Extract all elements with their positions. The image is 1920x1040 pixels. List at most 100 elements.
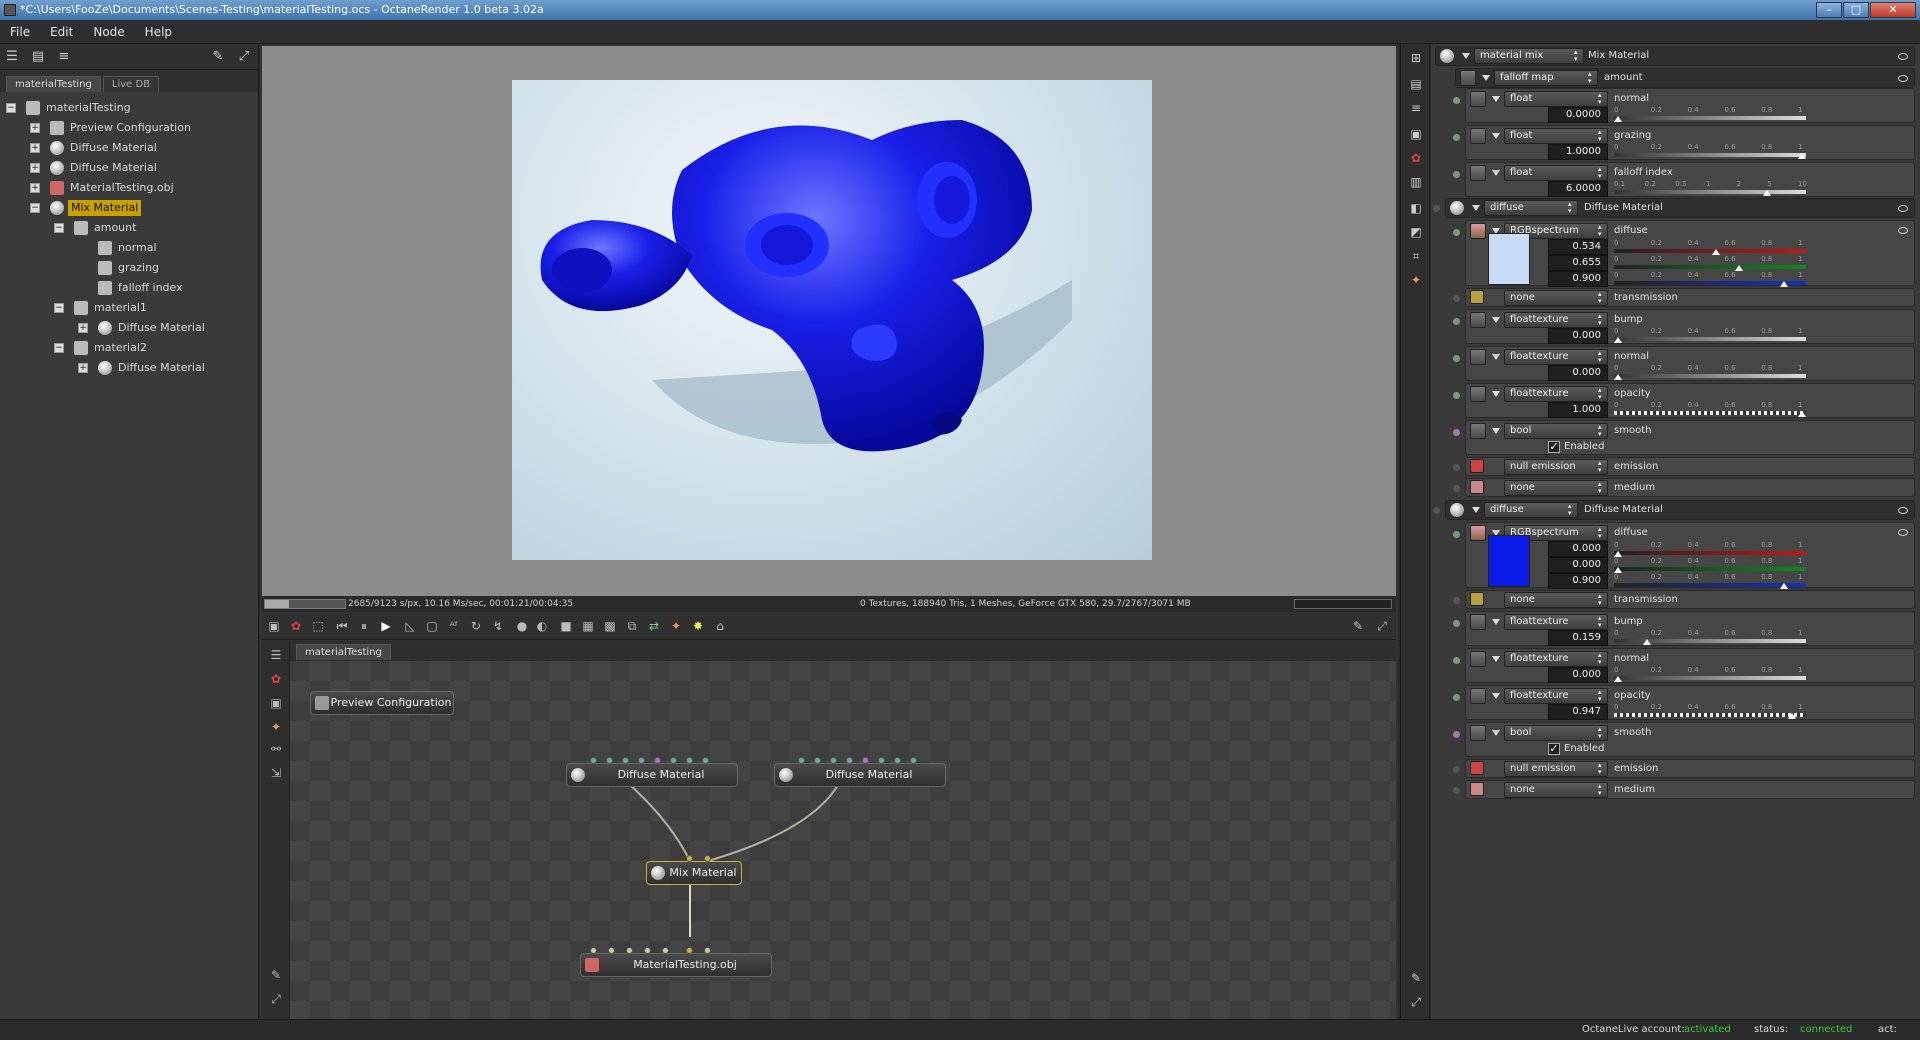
- menu-node[interactable]: Node: [83, 20, 134, 44]
- slider-handle[interactable]: [1614, 116, 1622, 122]
- pick-icon[interactable]: ↯: [490, 618, 506, 634]
- connection-pin-icon[interactable]: [1453, 485, 1460, 492]
- tree-item[interactable]: − material1: [50, 299, 246, 317]
- param-type-dropdown[interactable]: floattexture: [1504, 651, 1608, 667]
- collapse-icon[interactable]: ≡: [56, 49, 72, 65]
- slider-handle[interactable]: [1614, 337, 1622, 343]
- value-slider[interactable]: 0 0.2 0.4 0.6 0.8 1: [1614, 255, 1806, 271]
- param-type-dropdown[interactable]: none: [1504, 480, 1608, 496]
- param-type-dropdown[interactable]: float: [1504, 165, 1608, 181]
- inspector-fullscreen-icon[interactable]: ⤢: [1408, 994, 1424, 1010]
- param-value-field[interactable]: 6.0000: [1548, 181, 1608, 197]
- connection-pin-icon[interactable]: [1453, 657, 1460, 664]
- tree-item[interactable]: + Diffuse Material: [74, 359, 246, 377]
- value-slider[interactable]: 0 0.2 0.4 0.6 0.8 1: [1614, 327, 1806, 343]
- param-type-dropdown[interactable]: floattexture: [1504, 688, 1608, 704]
- collapse-icon[interactable]: [1492, 96, 1500, 102]
- value-slider[interactable]: 0 0.2 0.4 0.6 0.8 1: [1614, 143, 1806, 159]
- maximize-button[interactable]: □: [1843, 2, 1869, 18]
- collapse-icon[interactable]: [1492, 656, 1500, 662]
- opacity-value-field[interactable]: 0.947: [1548, 704, 1608, 720]
- graph-tab[interactable]: materialTesting: [296, 644, 391, 660]
- graph-node-diffuse-material-1[interactable]: Diffuse Material: [566, 763, 738, 787]
- value-slider[interactable]: 0 0.2 0.4 0.6 0.8 1: [1614, 239, 1806, 255]
- color-swatch[interactable]: [1488, 535, 1530, 587]
- orbit-icon[interactable]: ↻: [468, 618, 484, 634]
- connection-pin-icon[interactable]: [1453, 295, 1460, 302]
- connection-pin-icon[interactable]: [1453, 318, 1460, 325]
- checker-icon[interactable]: ▦: [580, 618, 596, 634]
- graph-link-icon[interactable]: ⚯: [268, 741, 284, 757]
- tab-materialtesting[interactable]: materialTesting: [6, 76, 101, 92]
- render-settings-icon[interactable]: ✎: [1350, 618, 1366, 634]
- param-type-dropdown[interactable]: floattexture: [1504, 386, 1608, 402]
- collapse-icon[interactable]: [1492, 730, 1500, 736]
- restart-icon[interactable]: ⏮: [334, 618, 350, 634]
- palette-icon[interactable]: ✦: [668, 618, 684, 634]
- slider-handle[interactable]: [1788, 713, 1797, 719]
- tree-item[interactable]: + Preview Configuration: [26, 119, 246, 137]
- connection-pin-icon[interactable]: [1453, 694, 1460, 701]
- value-slider[interactable]: 0 0.2 0.4 0.6 0.8 1: [1614, 364, 1806, 380]
- connection-pin-icon[interactable]: [1453, 620, 1460, 627]
- tree-item[interactable]: grazing: [94, 259, 244, 277]
- root-type-dropdown[interactable]: material mix: [1474, 48, 1584, 64]
- collapse-icon[interactable]: [1492, 170, 1500, 176]
- smooth-checkbox[interactable]: ✓: [1548, 743, 1560, 755]
- rgb-r-field[interactable]: 0.534: [1548, 239, 1608, 255]
- tree-item[interactable]: + MaterialTesting.obj: [26, 179, 246, 197]
- fullscreen-icon[interactable]: ⤢: [236, 49, 252, 65]
- connection-pin-icon[interactable]: [1433, 507, 1440, 514]
- graph-list-icon[interactable]: ☰: [268, 647, 284, 663]
- param-type-dropdown[interactable]: bool: [1504, 423, 1608, 439]
- tree-item[interactable]: + Diffuse Material: [74, 319, 246, 337]
- graph-export-icon[interactable]: ⇲: [268, 765, 284, 781]
- inspector-kernel-icon[interactable]: ⌗: [1408, 248, 1424, 264]
- minimize-button[interactable]: –: [1816, 2, 1842, 18]
- menu-help[interactable]: Help: [135, 20, 182, 44]
- list-icon[interactable]: ☰: [4, 49, 20, 65]
- connection-pin-icon[interactable]: [1453, 392, 1460, 399]
- amount-type-dropdown[interactable]: falloff map: [1494, 70, 1598, 86]
- connection-pin-icon[interactable]: [1453, 229, 1460, 236]
- wrench-icon[interactable]: ✎: [210, 49, 226, 65]
- reset-icon[interactable]: ✿: [288, 618, 304, 634]
- graph-node-materialtesting-obj[interactable]: MaterialTesting.obj: [580, 953, 772, 977]
- play-icon[interactable]: ▶: [378, 618, 394, 634]
- param-type-dropdown[interactable]: floattexture: [1504, 349, 1608, 365]
- pause-icon[interactable]: ⏸: [356, 618, 372, 634]
- tree-item[interactable]: − amount: [50, 219, 246, 237]
- graph-node-mix-material[interactable]: Mix Material: [646, 861, 742, 885]
- param-type-dropdown[interactable]: bool: [1504, 725, 1608, 741]
- connection-pin-icon[interactable]: [1453, 429, 1460, 436]
- slider-handle[interactable]: [1779, 583, 1788, 589]
- connection-pin-icon[interactable]: [1453, 97, 1460, 104]
- connection-pin-icon[interactable]: [1453, 531, 1460, 538]
- copy-icon[interactable]: ⧉: [624, 618, 640, 634]
- grid-icon[interactable]: ▩: [602, 618, 618, 634]
- inspector-table-icon[interactable]: ▥: [1408, 174, 1424, 190]
- tree-item[interactable]: + Diffuse Material: [26, 139, 246, 157]
- inspector-camera-icon[interactable]: ◧: [1408, 200, 1424, 216]
- collapse-icon[interactable]: [1472, 507, 1480, 513]
- transform-icon[interactable]: ⇄: [646, 618, 662, 634]
- graph-wrench-icon[interactable]: ✎: [268, 967, 284, 983]
- inspector-wrench-icon[interactable]: ✎: [1408, 970, 1424, 986]
- opacity-value-field[interactable]: 1.000: [1548, 402, 1608, 418]
- layers-icon[interactable]: ▤: [30, 49, 46, 65]
- value-slider[interactable]: 0 0.2 0.4 0.6 0.8 1: [1614, 557, 1806, 573]
- collapse-icon[interactable]: [1492, 693, 1500, 699]
- rgb-b-field[interactable]: 0.900: [1548, 573, 1608, 589]
- graph-image-icon[interactable]: ▣: [268, 695, 284, 711]
- region-icon[interactable]: ⬚: [310, 618, 326, 634]
- collapse-icon[interactable]: [1482, 75, 1490, 81]
- connection-pin-icon[interactable]: [1453, 597, 1460, 604]
- bump-value-field[interactable]: 0.159: [1548, 630, 1608, 646]
- normal-value-field[interactable]: 0.000: [1548, 667, 1608, 683]
- connection-pin-icon[interactable]: [1453, 134, 1460, 141]
- graph-node-diffuse-material-2[interactable]: Diffuse Material: [774, 763, 946, 787]
- render-viewport[interactable]: [262, 46, 1396, 596]
- sphere-icon[interactable]: ●: [514, 618, 530, 634]
- collapse-icon[interactable]: [1492, 354, 1500, 360]
- lock-icon[interactable]: ⌂: [712, 618, 728, 634]
